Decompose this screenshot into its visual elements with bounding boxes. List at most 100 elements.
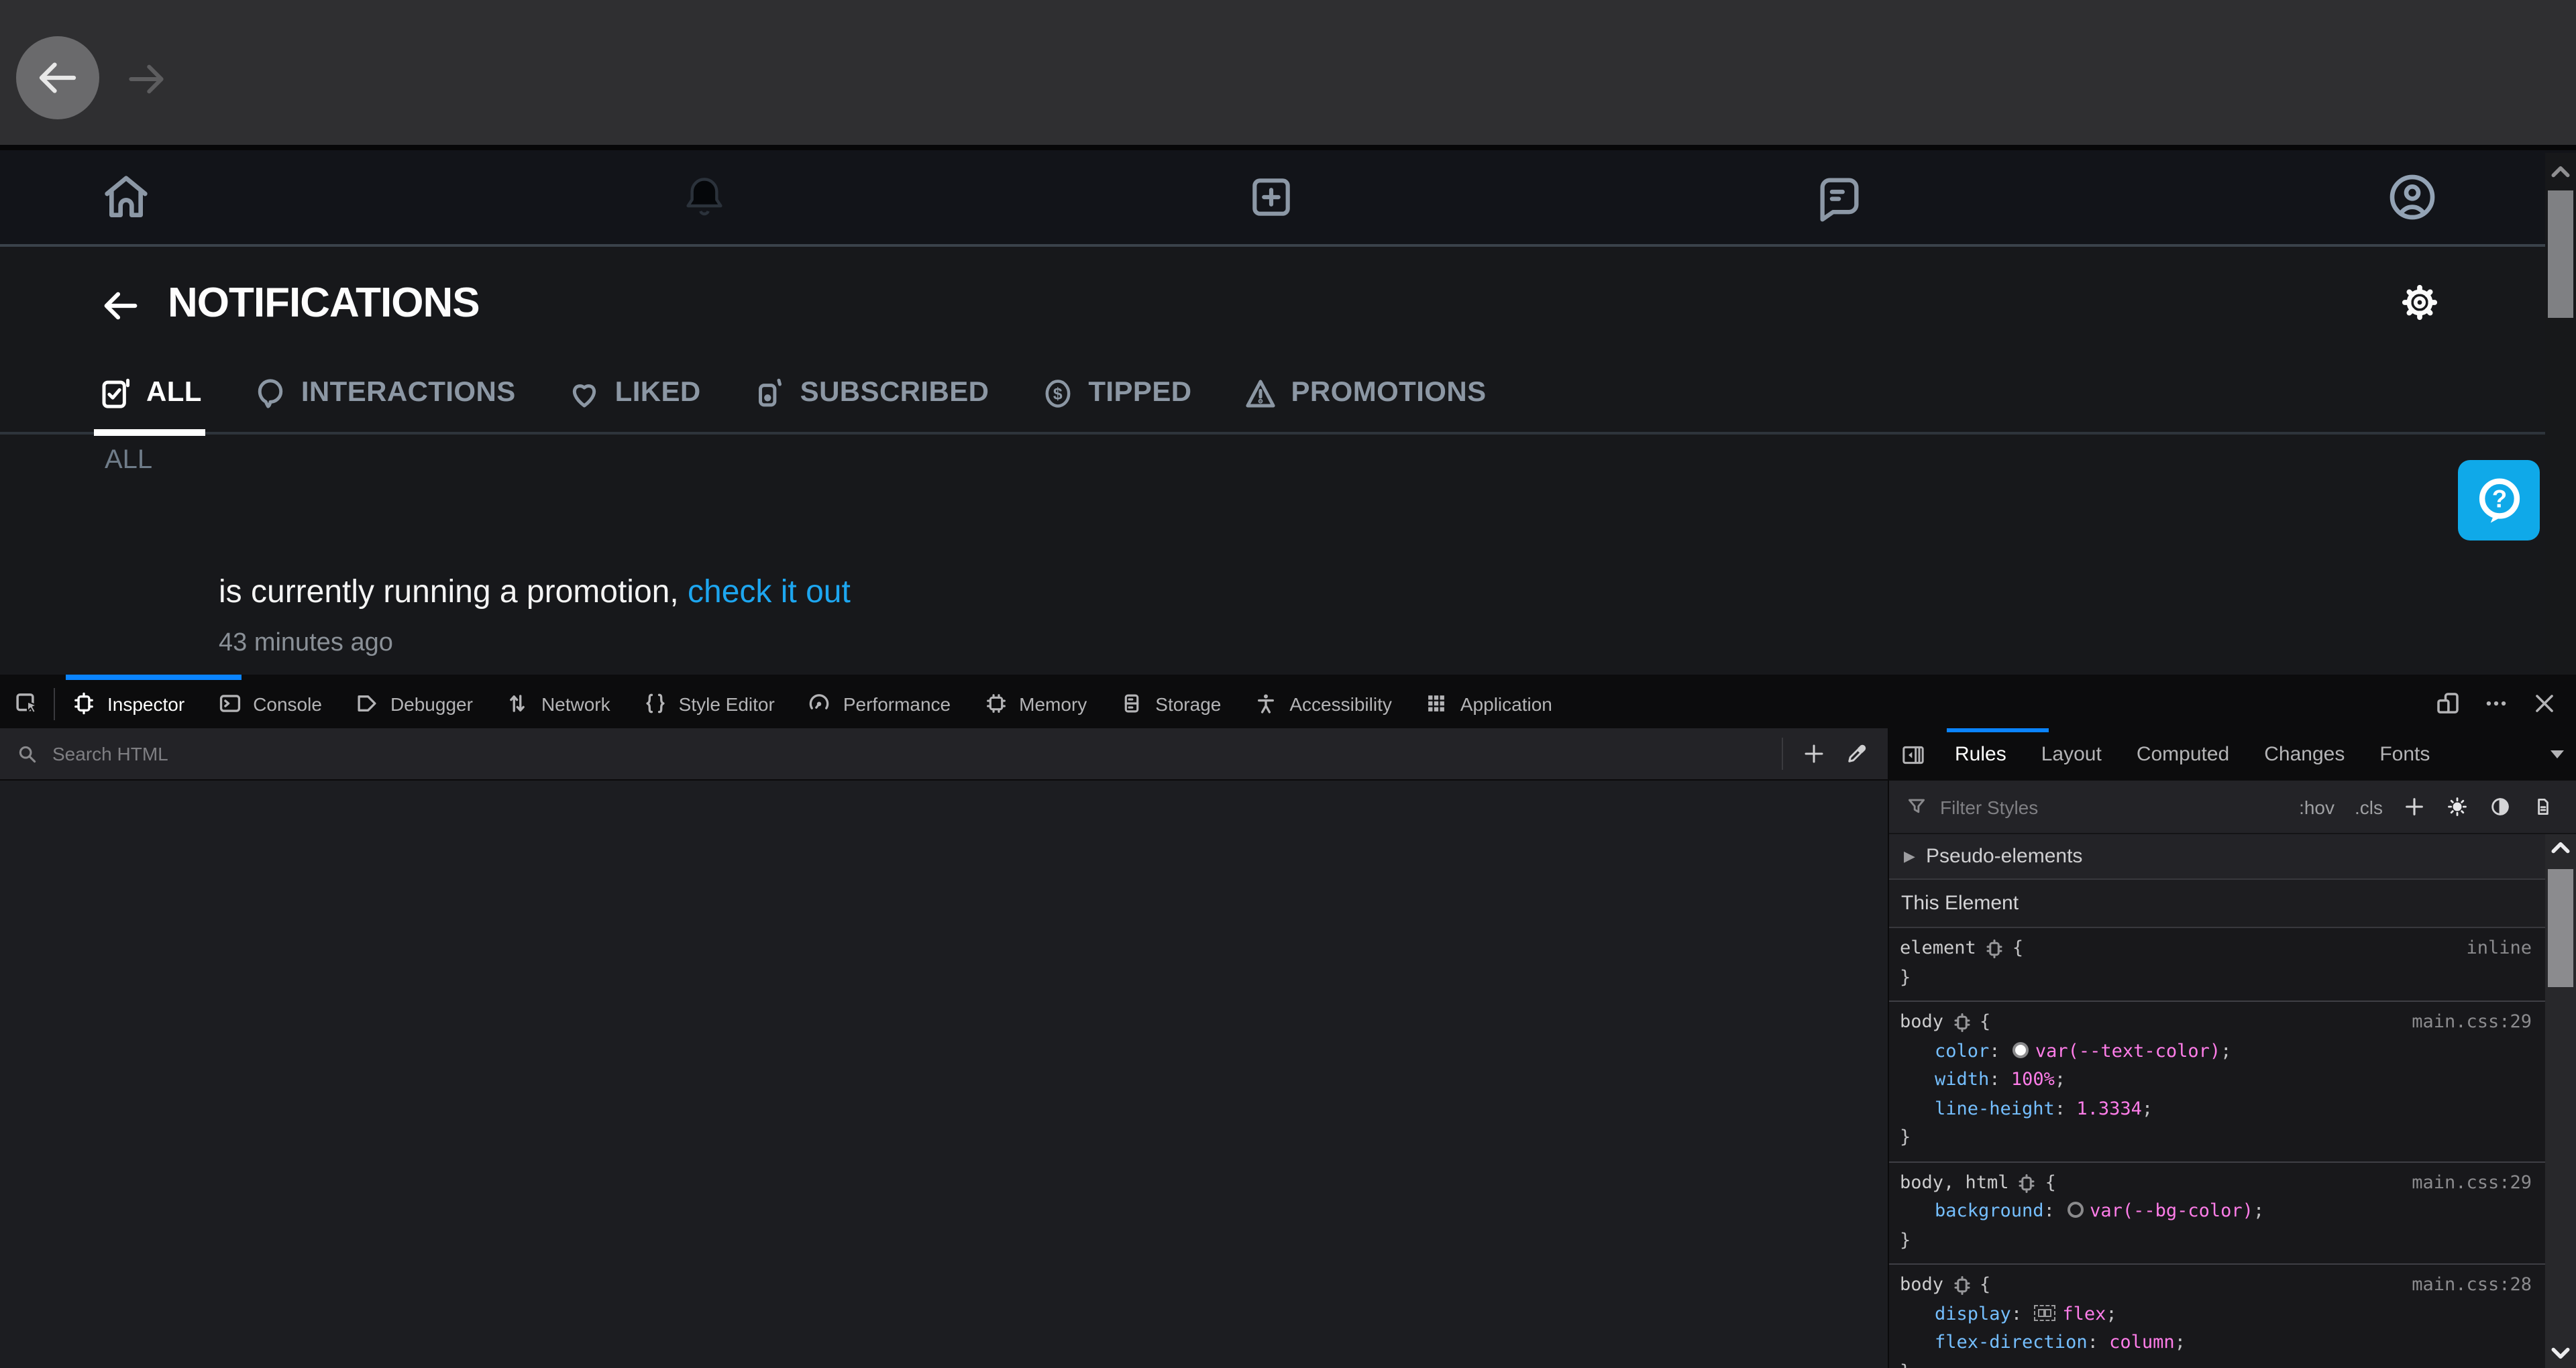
search-html-input[interactable] [52,743,1782,764]
property-value[interactable]: 1.3334 [2076,1098,2142,1119]
light-theme-sun-icon[interactable] [2446,795,2469,818]
browser-back-button[interactable] [16,36,99,119]
tab-label: TIPPED [1088,377,1191,409]
property-name[interactable]: color [1935,1040,1989,1062]
scroll-up-icon[interactable] [2551,840,2571,854]
rule-location[interactable]: main.css:29 [2412,1169,2532,1198]
sidebar-tab-fonts[interactable]: Fonts [2362,728,2447,781]
property-name[interactable]: background [1935,1200,2044,1222]
rule-location[interactable]: main.css:28 [2412,1271,2532,1300]
pseudo-elements-header[interactable]: ▶ Pseudo-elements [1889,834,2545,880]
rule-location[interactable]: inline [2466,935,2532,964]
active-sidebar-tab-indicator [1947,728,2049,732]
tab-performance[interactable]: Performance [791,679,967,728]
tab-all[interactable]: ALL [98,354,202,432]
rules-scrollbar-thumb[interactable] [2548,869,2573,987]
css-declaration[interactable]: color: var(--text-color); [1900,1037,2532,1066]
tab-memory[interactable]: Memory [967,679,1103,728]
element-picker-button[interactable] [0,679,54,728]
rule-selector[interactable]: element [1900,935,1976,964]
property-value[interactable]: column [2109,1332,2175,1353]
add-rule-icon[interactable] [2403,795,2426,818]
notification-link[interactable]: check it out [688,574,851,610]
add-new-rule-icon[interactable] [1802,742,1826,766]
toggle-hover-pseudo-button[interactable]: :hov [2299,796,2334,817]
tab-application[interactable]: Application [1408,679,1568,728]
property-name[interactable]: flex-direction [1935,1332,2088,1353]
property-value[interactable]: 100% [2011,1069,2055,1090]
sidebar-toggle-button[interactable] [1889,741,1937,768]
tab-promotions[interactable]: PROMOTIONS [1243,354,1487,432]
property-name[interactable]: display [1935,1303,2011,1324]
network-arrows-icon [505,691,531,716]
sidebar-tab-rules[interactable]: Rules [1937,728,2024,781]
property-value[interactable]: var(--bg-color) [2090,1200,2253,1222]
property-name[interactable]: width [1935,1069,1989,1090]
eyedropper-icon[interactable] [1845,742,1869,766]
messages-nav-button[interactable] [1814,172,1865,223]
property-name[interactable]: line-height [1935,1098,2055,1119]
devtools-content: :hov .cls ▶ Pseudo-elements This Elem [0,781,2576,1368]
css-declaration[interactable]: background: var(--bg-color); [1900,1198,2532,1227]
rule-selector[interactable]: body, html [1900,1169,2009,1198]
tab-label: ALL [146,377,202,409]
sidebar-panes-icon [1900,741,1927,768]
color-swatch[interactable] [2067,1202,2083,1218]
highlight-target-icon[interactable] [1984,939,2004,960]
contrast-icon[interactable] [2489,795,2512,818]
sidebar-tabs-overflow-button[interactable] [2549,748,2576,760]
css-declaration[interactable]: display: flex; [1900,1300,2532,1329]
toggle-classes-button[interactable]: .cls [2355,796,2383,817]
colon: : [2011,1303,2033,1324]
settings-button[interactable] [2399,282,2440,323]
tab-tipped[interactable]: $ TIPPED [1040,354,1191,432]
property-value[interactable]: flex [2062,1303,2106,1324]
property-value[interactable]: var(--text-color) [2035,1040,2220,1062]
tab-network[interactable]: Network [489,679,627,728]
tab-style-editor[interactable]: Style Editor [627,679,791,728]
devtools-close-button[interactable] [2520,691,2568,716]
highlight-target-icon[interactable] [1951,1013,1972,1033]
notifications-nav-button[interactable] [679,172,730,223]
scroll-up-icon[interactable] [2551,164,2571,178]
sidebar-tab-changes[interactable]: Changes [2247,728,2362,781]
tab-accessibility[interactable]: Accessibility [1237,679,1408,728]
rules-scrollbar[interactable] [2545,834,2576,1368]
rule-selector[interactable]: body [1900,1271,1943,1300]
color-swatch[interactable] [2012,1041,2029,1058]
tab-storage[interactable]: Storage [1103,679,1237,728]
notification-item[interactable]: is currently running a promotion, check … [219,574,851,612]
highlight-target-icon[interactable] [2017,1174,2037,1194]
plus-square-icon [1246,172,1296,222]
devtools-menu-button[interactable] [2471,691,2520,716]
home-nav-button[interactable] [99,170,153,224]
page-scrollbar-thumb[interactable] [2548,190,2573,318]
markup-view[interactable] [0,781,1888,1368]
responsive-design-mode-button[interactable] [2423,689,2471,718]
scroll-down-icon[interactable] [2551,1347,2571,1361]
sidebar-tab-layout[interactable]: Layout [2024,728,2119,781]
css-declaration[interactable]: width: 100%; [1900,1066,2532,1095]
tab-interactions[interactable]: INTERACTIONS [253,354,516,432]
tab-inspector[interactable]: Inspector [55,679,201,728]
tab-debugger[interactable]: Debugger [338,679,489,728]
highlight-target-icon[interactable] [1951,1276,1972,1296]
print-stylesheet-icon[interactable] [2532,795,2555,818]
tab-console[interactable]: Console [201,679,338,728]
flex-highlighter-badge[interactable] [2034,1304,2055,1320]
page-back-button[interactable] [99,284,142,327]
page-scrollbar[interactable] [2545,153,2576,675]
profile-nav-button[interactable] [2385,170,2439,224]
filter-styles-input[interactable] [1940,796,2299,817]
help-button[interactable]: ? [2458,460,2540,540]
rule-location[interactable]: main.css:29 [2412,1009,2532,1037]
rule-selector[interactable]: body [1900,1009,1943,1037]
browser-forward-button[interactable] [123,56,169,102]
tab-subscribed[interactable]: SUBSCRIBED [752,354,989,432]
css-declaration[interactable]: flex-direction: column; [1900,1329,2532,1358]
tab-liked[interactable]: LIKED [567,354,701,432]
sidebar-tab-label: Fonts [2379,743,2430,766]
create-post-nav-button[interactable] [1246,172,1296,222]
sidebar-tab-computed[interactable]: Computed [2119,728,2247,781]
css-declaration[interactable]: line-height: 1.3334; [1900,1095,2532,1124]
